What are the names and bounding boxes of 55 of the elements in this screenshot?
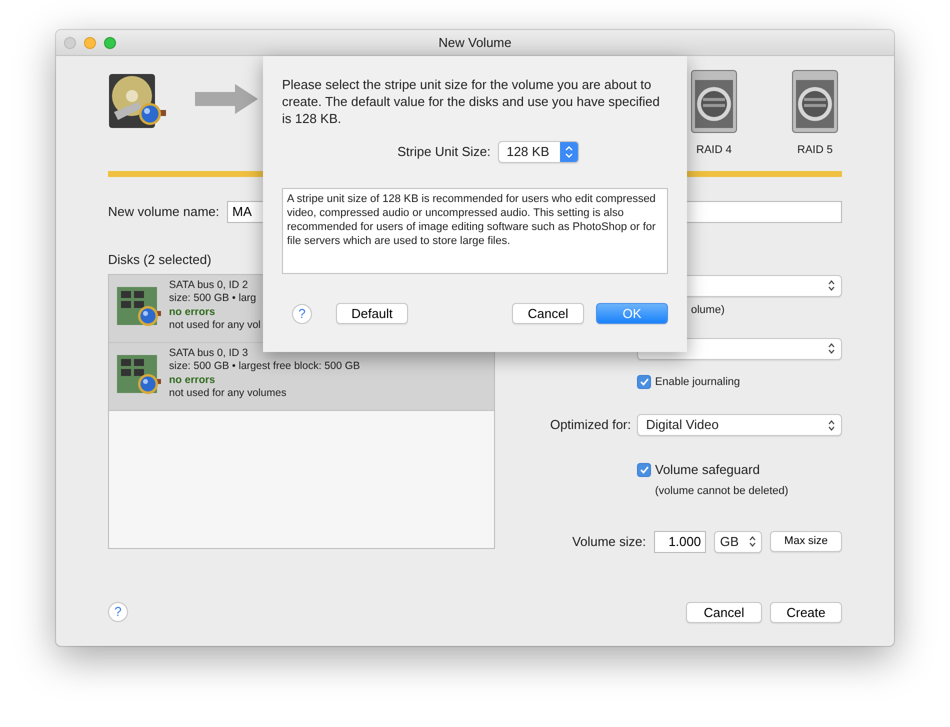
minimize-button[interactable]: [84, 37, 96, 49]
disk-usage: not used for any volumes: [169, 387, 288, 401]
disk-board-icon: [117, 352, 163, 396]
checkbox-label: Enable journaling: [655, 374, 740, 390]
checkbox-label: Volume safeguard: [655, 461, 760, 479]
zoom-button[interactable]: [104, 37, 116, 49]
create-button[interactable]: Create: [770, 602, 842, 622]
stepper-arrows-icon: [828, 420, 835, 430]
disk-status: no errors: [169, 374, 216, 388]
safeguard-note: (volume cannot be deleted): [654, 484, 790, 498]
help-button[interactable]: ?: [292, 304, 312, 324]
disk-details: size: 500 GB • larg: [169, 292, 258, 306]
cancel-button[interactable]: Cancel: [686, 602, 762, 622]
checkbox[interactable]: [637, 374, 651, 389]
close-button[interactable]: [64, 37, 76, 49]
description-box: A stripe unit size of 128 KB is recommended for users who edit compressed video, compressed audio or uncompressed audio. This setting is also recommended for users of image editing software such as PhotoShop or for file servers which are used to store large files.: [282, 188, 668, 274]
format-note: olume): [690, 302, 726, 316]
disk-details: size: 500 GB • largest free block: 500 GB: [169, 360, 360, 374]
disk-name: SATA bus 0, ID 2: [169, 278, 249, 292]
check-icon: [640, 378, 648, 386]
disk-row[interactable]: SATA bus 0, ID 3 size: 500 GB • largest free block: 500 GB no errors not used for any volumes: [109, 342, 494, 410]
sheet-message: Please select the stripe unit size for the volume you are about to create. The default value for the disks and use you have specified is 128 KB.: [282, 76, 661, 127]
arrow-icon: [195, 84, 258, 114]
default-button[interactable]: Default: [336, 303, 408, 324]
help-button[interactable]: ?: [108, 602, 128, 622]
raid-label: RAID 5: [797, 143, 833, 158]
select-value: GB: [720, 532, 739, 551]
field-label: Stripe Unit Size:: [397, 143, 491, 162]
raid-label: RAID 4: [696, 143, 732, 158]
select-value: Digital Video: [646, 416, 719, 434]
max-size-button[interactable]: Max size: [770, 531, 842, 552]
cancel-button[interactable]: Cancel: [512, 303, 584, 324]
disk-status: no errors: [169, 306, 216, 320]
check-icon: [640, 466, 648, 474]
stripe-size-select[interactable]: 128 KB: [498, 141, 579, 163]
disk-usage: not used for any vol: [169, 319, 261, 333]
hard-drive-icon: [108, 72, 168, 130]
stepper-arrows-icon: [749, 536, 756, 547]
stepper-arrows-icon: [828, 343, 835, 354]
optimized-for-select[interactable]: Digital Video: [637, 414, 842, 436]
field-label: Volume size:: [572, 532, 646, 551]
raid-enclosure-icon[interactable]: [691, 70, 737, 133]
stepper-arrows-icon: [560, 142, 578, 162]
window-title: New Volume: [438, 34, 512, 52]
disks-heading: Disks (2 selected): [108, 252, 212, 266]
volume-size-field[interactable]: 1.000: [654, 530, 706, 552]
raid-enclosure-icon[interactable]: [792, 70, 838, 133]
field-label: Optimized for:: [549, 416, 632, 434]
disk-name: SATA bus 0, ID 3: [169, 346, 249, 360]
disk-board-icon: [117, 284, 163, 328]
stepper-arrows-icon: [828, 280, 835, 291]
checkbox[interactable]: [637, 462, 651, 477]
field-label: New volume name:: [108, 202, 220, 221]
select-value: 128 KB: [506, 143, 550, 162]
unit-select[interactable]: GB: [714, 530, 762, 552]
